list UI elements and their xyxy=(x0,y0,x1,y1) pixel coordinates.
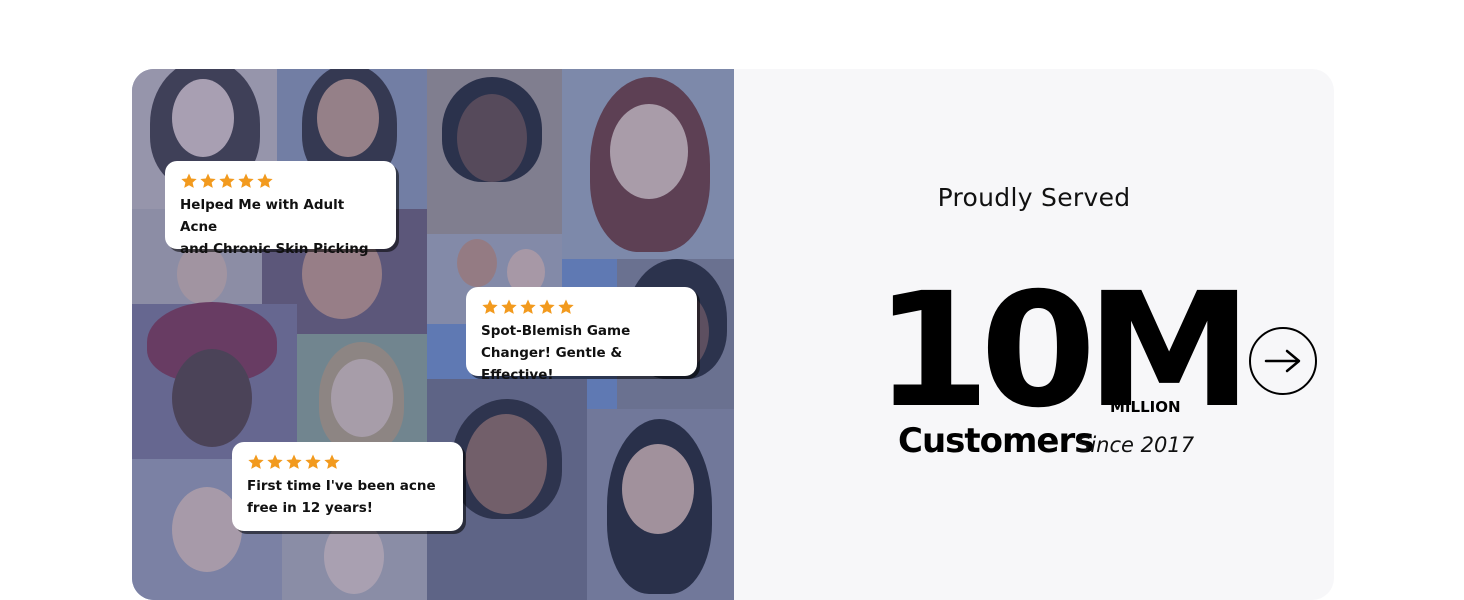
star-icon xyxy=(257,173,273,188)
star-icon xyxy=(286,454,302,469)
star-icon xyxy=(248,454,264,469)
star-icon xyxy=(238,173,254,188)
customers-label: Customers xyxy=(898,421,1094,461)
star-icon xyxy=(501,299,517,314)
customer-photo-collage: Helped Me with Adult Acne and Chronic Sk… xyxy=(132,69,734,600)
next-button[interactable] xyxy=(1249,327,1317,395)
arrow-right-icon xyxy=(1264,349,1301,373)
star-icon xyxy=(200,173,216,188)
star-rating xyxy=(180,171,382,191)
stats-panel: Proudly Served 10M MILLION Customers Sin… xyxy=(734,69,1334,600)
star-icon xyxy=(482,299,498,314)
since-year: Since 2017 xyxy=(1077,433,1195,457)
star-icon xyxy=(219,173,235,188)
review-text: Helped Me with Adult Acne and Chronic Sk… xyxy=(180,197,369,257)
star-icon xyxy=(267,454,283,469)
star-icon xyxy=(558,299,574,314)
star-rating xyxy=(481,297,683,317)
count-unit: MILLION xyxy=(1110,398,1181,416)
review-card: Helped Me with Adult Acne and Chronic Sk… xyxy=(165,161,396,257)
customers-banner-card: Helped Me with Adult Acne and Chronic Sk… xyxy=(132,69,1334,600)
review-card: Spot-Blemish Game Changer! Gentle & Effe… xyxy=(466,287,697,383)
star-icon xyxy=(520,299,536,314)
stats-eyebrow: Proudly Served xyxy=(937,183,1131,212)
star-icon xyxy=(539,299,555,314)
star-icon xyxy=(324,454,340,469)
star-rating xyxy=(247,452,449,472)
review-card: First time I've been acne free in 12 yea… xyxy=(232,442,463,531)
star-icon xyxy=(305,454,321,469)
star-icon xyxy=(181,173,197,188)
customer-count: 10M xyxy=(874,259,1253,443)
review-text: First time I've been acne free in 12 yea… xyxy=(247,478,436,516)
review-text: Spot-Blemish Game Changer! Gentle & Effe… xyxy=(481,323,631,383)
